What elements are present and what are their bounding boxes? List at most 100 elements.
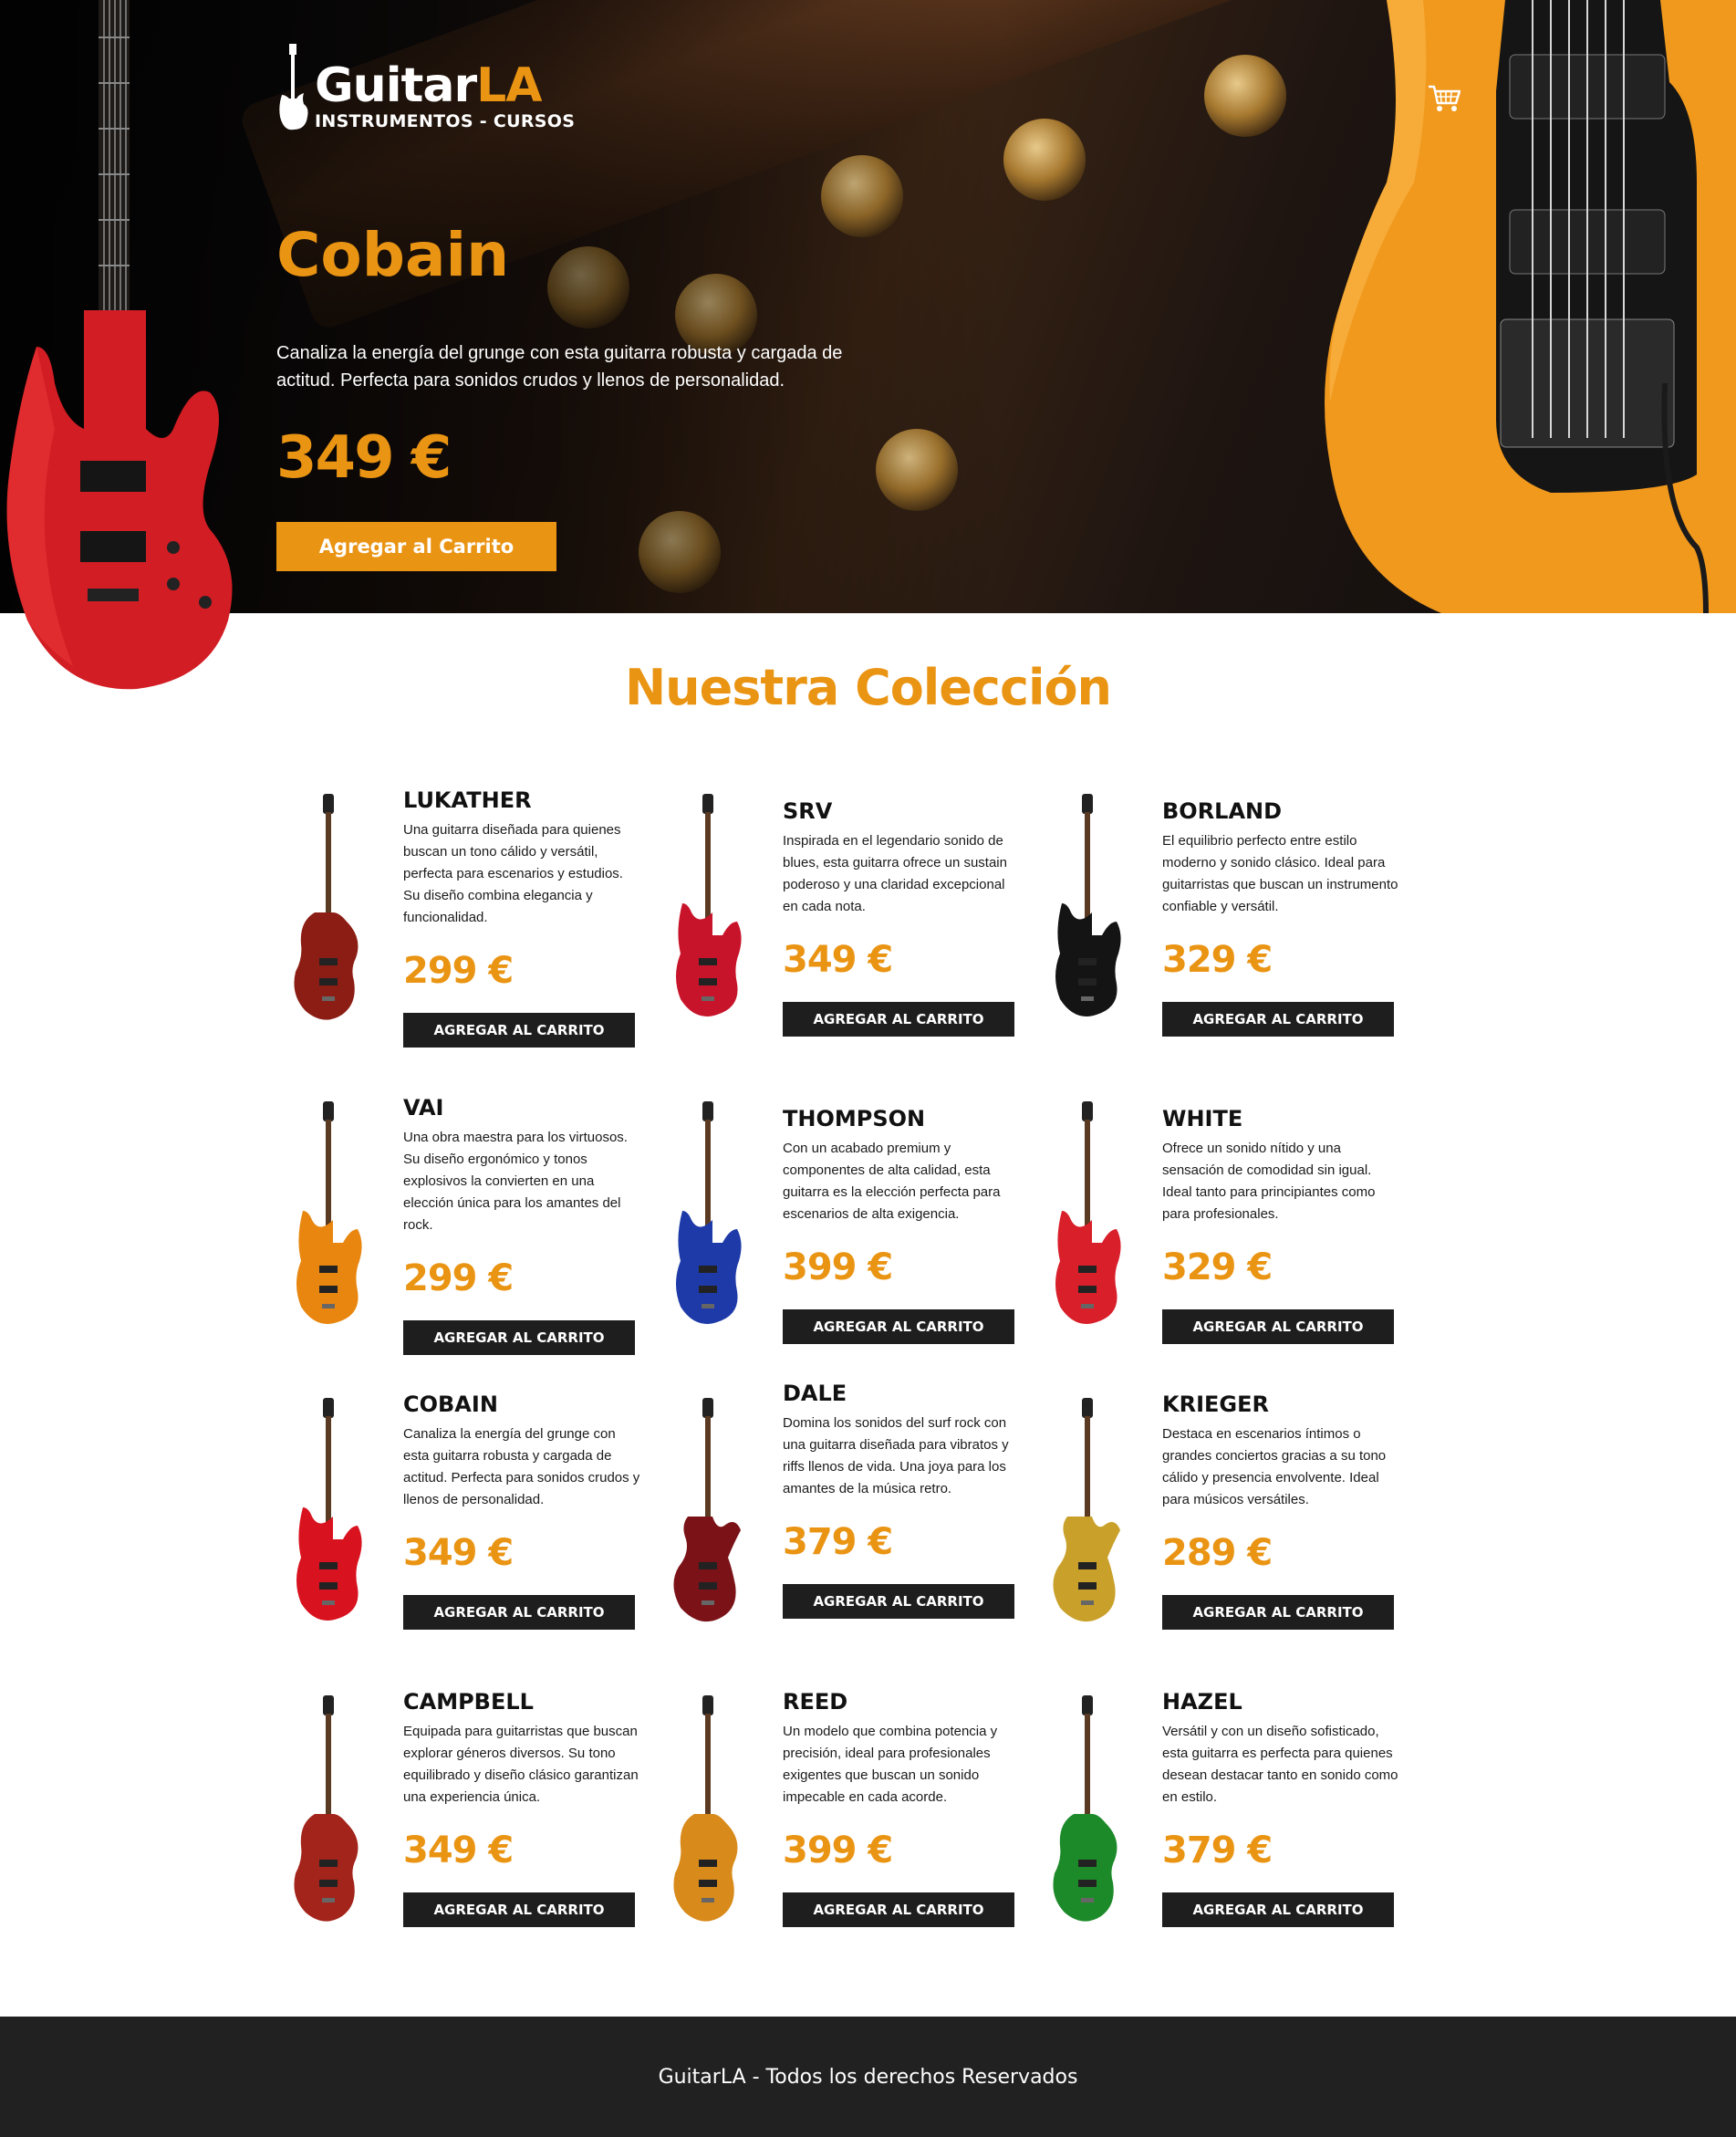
product-body: Borland El equilibrio perfecto entre esti… <box>1162 797 1399 1037</box>
guitar-icon <box>676 1101 742 1324</box>
product-name: Reed <box>783 1689 848 1715</box>
product-name: White <box>1162 1106 1243 1131</box>
product-card: SRV Inspirada en el legendario sonido de … <box>662 776 1045 1049</box>
brand-tagline: INSTRUMENTOS - CURSOS <box>315 111 576 131</box>
guitar-logo-icon <box>279 44 308 130</box>
hero-add-to-cart-button[interactable]: Agregar al Carrito <box>276 522 556 571</box>
add-to-cart-button[interactable]: AGREGAR AL CARRITO <box>1162 1309 1394 1344</box>
product-description: Una guitarra diseñada para quienes busca… <box>403 822 623 925</box>
product-name: Thompson <box>783 1106 926 1131</box>
collection-title: Nuestra Colección <box>624 659 1112 716</box>
product-price: 329 € <box>1162 939 1273 981</box>
guitar-icon <box>1055 1101 1121 1324</box>
cart-icon[interactable] <box>1428 84 1461 113</box>
guitar-icon <box>1053 1695 1117 1922</box>
product-image <box>662 1380 763 1653</box>
product-body: Campbell Equipada para guitarristas que b… <box>403 1688 640 1927</box>
product-name: Vai <box>403 1095 444 1121</box>
product-description: Domina los sonidos del surf rock con una… <box>783 1415 1009 1496</box>
product-name: Cobain <box>403 1392 498 1417</box>
product-card: Campbell Equipada para guitarristas que b… <box>283 1677 666 1951</box>
product-name: Lukather <box>403 787 532 813</box>
product-card: Thompson Con un acabado premium y compone… <box>662 1083 1045 1357</box>
add-to-cart-button[interactable]: AGREGAR AL CARRITO <box>403 1013 635 1048</box>
product-price: 349 € <box>403 1829 514 1871</box>
product-description: Una obra maestra para los virtuosos. Su … <box>403 1130 628 1233</box>
product-price: 399 € <box>783 1829 893 1871</box>
product-body: Dale Domina los sonidos del surf rock con… <box>783 1380 1020 1619</box>
product-description: Destaca en escenarios íntimos o grandes … <box>1162 1426 1387 1507</box>
orange-guitar-image <box>1325 0 1736 613</box>
product-body: Lukather Una guitarra diseñada para quien… <box>403 787 640 1048</box>
product-description: Inspirada en el legendario sonido de blu… <box>783 833 1007 914</box>
product-price: 299 € <box>403 1257 514 1299</box>
product-card: Borland El equilibrio perfecto entre esti… <box>1042 776 1425 1049</box>
product-body: Cobain Canaliza la energía del grunge con… <box>403 1391 640 1630</box>
tuning-peg <box>1204 55 1286 137</box>
hero-price: 349 € <box>276 424 452 492</box>
add-to-cart-button[interactable]: AGREGAR AL CARRITO <box>783 1002 1014 1037</box>
product-description: Equipada para guitarristas que buscan ex… <box>403 1724 639 1805</box>
product-image <box>662 776 763 1049</box>
add-to-cart-button[interactable]: AGREGAR AL CARRITO <box>1162 1595 1394 1630</box>
add-to-cart-button[interactable]: AGREGAR AL CARRITO <box>1162 1892 1394 1927</box>
product-description: Canaliza la energía del grunge con esta … <box>403 1426 640 1507</box>
add-to-cart-button[interactable]: AGREGAR AL CARRITO <box>783 1309 1014 1344</box>
product-body: Hazel Versátil y con un diseño sofisticad… <box>1162 1688 1399 1927</box>
brand-name-accent: LA <box>476 58 542 113</box>
product-image <box>1042 776 1142 1049</box>
product-body: SRV Inspirada en el legendario sonido de … <box>783 797 1020 1037</box>
product-card: Vai Una obra maestra para los virtuosos. … <box>283 1083 666 1357</box>
hero-content: Cobain Canaliza la energía del grunge co… <box>276 219 860 571</box>
product-price: 349 € <box>403 1532 514 1574</box>
add-to-cart-button[interactable]: AGREGAR AL CARRITO <box>783 1892 1014 1927</box>
product-body: Reed Un modelo que combina potencia y pre… <box>783 1688 1020 1927</box>
guitar-icon <box>676 794 742 1016</box>
product-price: 399 € <box>783 1246 893 1288</box>
product-card: Dale Domina los sonidos del surf rock con… <box>662 1380 1045 1653</box>
product-body: Vai Una obra maestra para los virtuosos. … <box>403 1094 640 1355</box>
guitar-icon <box>673 1398 741 1622</box>
product-description: Ofrece un sonido nítido y una sensación … <box>1162 1141 1376 1222</box>
footer: GuitarLA - Todos los derechos Reservados <box>0 2017 1736 2137</box>
product-image <box>283 776 383 1049</box>
guitar-icon <box>673 1695 738 1922</box>
product-description: Con un acabado premium y componentes de … <box>783 1141 1001 1222</box>
product-image <box>662 1677 763 1951</box>
product-card: Lukather Una guitarra diseñada para quien… <box>283 776 666 1049</box>
product-card: Krieger Destaca en escenarios íntimos o g… <box>1042 1380 1425 1653</box>
product-description: Un modelo que combina potencia y precisi… <box>783 1724 998 1805</box>
product-price: 299 € <box>403 950 514 992</box>
product-name: Dale <box>783 1381 847 1406</box>
product-image <box>283 1677 383 1951</box>
add-to-cart-button[interactable]: AGREGAR AL CARRITO <box>1162 1002 1394 1037</box>
brand-name: Guitar <box>315 58 477 113</box>
hero-title: Cobain <box>276 220 510 290</box>
product-price: 329 € <box>1162 1246 1273 1288</box>
product-name: Borland <box>1162 798 1283 824</box>
product-image <box>283 1380 383 1653</box>
product-price: 349 € <box>783 939 893 981</box>
add-to-cart-button[interactable]: AGREGAR AL CARRITO <box>403 1892 635 1927</box>
guitar-icon <box>296 1101 362 1324</box>
product-body: Thompson Con un acabado premium y compone… <box>783 1105 1020 1344</box>
product-name: Hazel <box>1162 1689 1242 1715</box>
guitar-icon <box>294 1695 359 1922</box>
product-image <box>1042 1380 1142 1653</box>
hero-header: GuitarLA INSTRUMENTOS - CURSOS Cobain Ca… <box>0 0 1736 690</box>
guitar-icon <box>294 794 359 1020</box>
add-to-cart-button[interactable]: AGREGAR AL CARRITO <box>403 1595 635 1630</box>
footer-copyright: GuitarLA - Todos los derechos Reservados <box>658 2065 1078 2089</box>
product-price: 289 € <box>1162 1532 1273 1574</box>
product-description: El equilibrio perfecto entre estilo mode… <box>1162 833 1398 914</box>
product-image <box>283 1083 383 1357</box>
brand-logo[interactable]: GuitarLA INSTRUMENTOS - CURSOS <box>276 44 575 131</box>
add-to-cart-button[interactable]: AGREGAR AL CARRITO <box>783 1584 1014 1619</box>
product-body: Krieger Destaca en escenarios íntimos o g… <box>1162 1391 1399 1630</box>
product-description: Versátil y con un diseño sofisticado, es… <box>1162 1724 1398 1805</box>
product-card: White Ofrece un sonido nítido y una sensa… <box>1042 1083 1425 1357</box>
tuning-peg <box>1003 119 1086 201</box>
add-to-cart-button[interactable]: AGREGAR AL CARRITO <box>403 1320 635 1355</box>
product-price: 379 € <box>1162 1829 1273 1871</box>
guitar-icon <box>1055 794 1121 1016</box>
